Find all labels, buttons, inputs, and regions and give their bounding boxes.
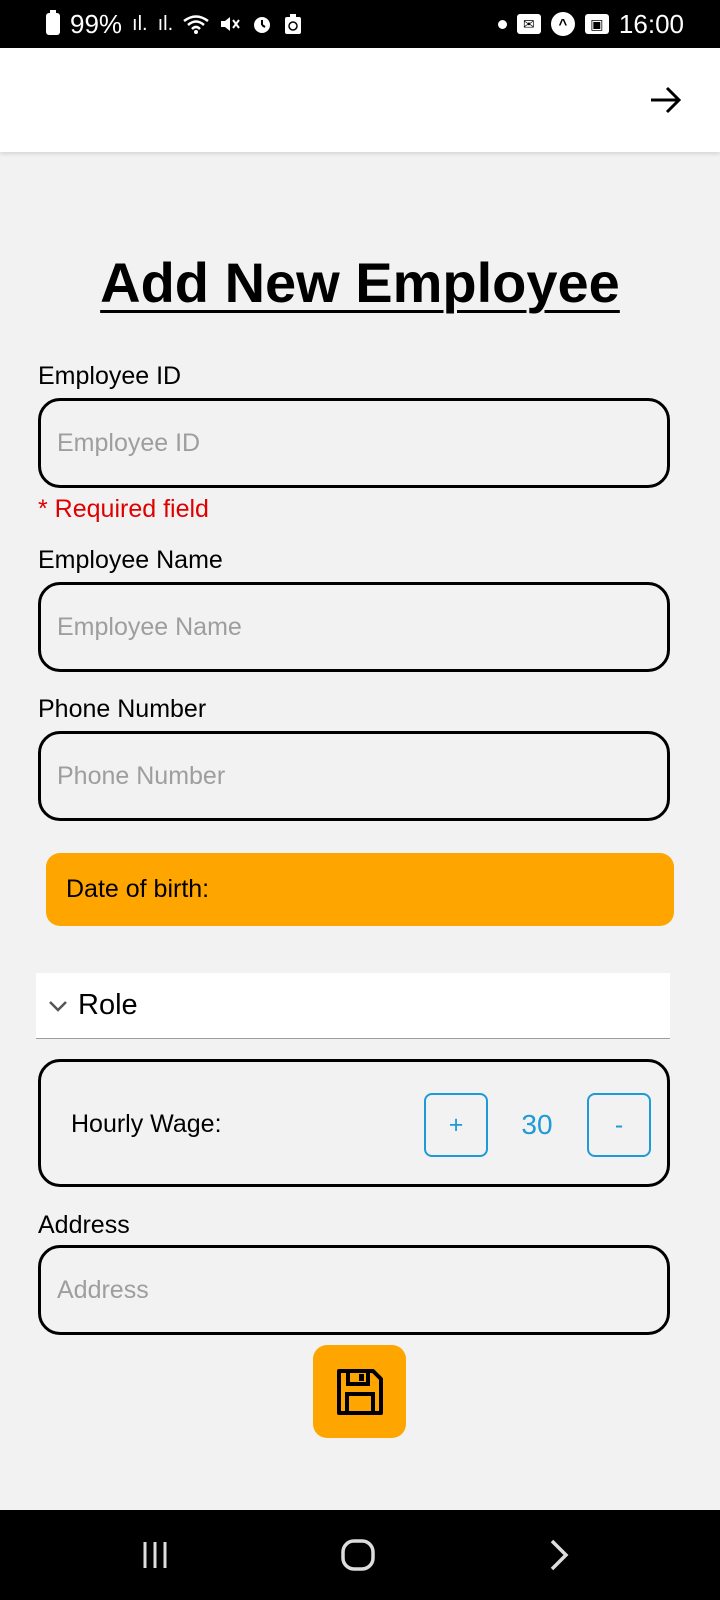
phone-number-field[interactable]	[41, 761, 667, 791]
app-bar	[0, 48, 720, 152]
arrow-right-icon	[651, 86, 682, 114]
employee-name-field[interactable]	[41, 612, 667, 642]
address-label: Address	[38, 1211, 130, 1239]
hourly-wage-value: 30	[521, 1109, 553, 1140]
mute-icon	[221, 17, 240, 31]
app-notification-icon: ^	[550, 12, 575, 36]
mail-icon: ✉	[516, 14, 541, 34]
status-bar-left: 99% ıl. ıl.	[46, 9, 303, 40]
address-field-container	[38, 1245, 670, 1335]
phone-number-field-container	[38, 731, 670, 821]
forward-button[interactable]	[642, 76, 690, 124]
gallery-icon: ▣	[584, 14, 609, 34]
wage-decrement-button[interactable]: -	[587, 1093, 651, 1157]
employee-id-field[interactable]	[41, 428, 667, 458]
employee-name-label: Employee Name	[38, 546, 223, 574]
date-of-birth-label: Date of birth:	[66, 875, 210, 903]
date-of-birth-button[interactable]: Date of birth:	[46, 853, 674, 926]
back-icon	[550, 1539, 569, 1571]
recents-button[interactable]	[130, 1530, 180, 1580]
battery-percentage: 99%	[70, 8, 123, 39]
employee-id-error: * Required field	[38, 495, 209, 523]
address-field[interactable]	[41, 1275, 667, 1305]
chevron-down-icon	[49, 1000, 67, 1012]
role-dropdown[interactable]: Role	[36, 973, 670, 1039]
status-bar: 99% ıl. ıl. ✉ ^ ▣ 16:00	[0, 0, 720, 48]
status-bar-right: ✉ ^ ▣ 16:00	[497, 8, 684, 40]
hourly-wage-container: Hourly Wage: + 30 -	[38, 1059, 670, 1187]
clock: 16:00	[618, 8, 684, 39]
page-title: Add New Employee	[100, 251, 620, 314]
floppy-disk-icon	[336, 1368, 383, 1415]
navigation-bar	[0, 1510, 720, 1600]
hourly-wage-label: Hourly Wage:	[71, 1110, 222, 1138]
recycle-icon	[285, 14, 302, 34]
home-button[interactable]	[333, 1530, 383, 1580]
employee-name-field-container	[38, 582, 670, 672]
back-button[interactable]	[534, 1530, 584, 1580]
phone-number-label: Phone Number	[38, 695, 207, 723]
employee-id-label: Employee ID	[38, 362, 182, 390]
role-label: Role	[78, 989, 138, 1021]
save-button[interactable]	[313, 1345, 406, 1438]
alarm-icon	[254, 17, 271, 33]
home-icon	[341, 1539, 375, 1571]
signal-icon: ıl.	[132, 13, 148, 35]
notification-dot-icon	[497, 19, 507, 29]
battery-icon	[46, 10, 60, 35]
wage-increment-button[interactable]: +	[424, 1093, 488, 1157]
signal-icon-2: ıl.	[157, 13, 174, 35]
employee-id-field-container	[38, 398, 670, 488]
recents-icon	[143, 1542, 167, 1568]
wifi-icon	[183, 15, 209, 34]
